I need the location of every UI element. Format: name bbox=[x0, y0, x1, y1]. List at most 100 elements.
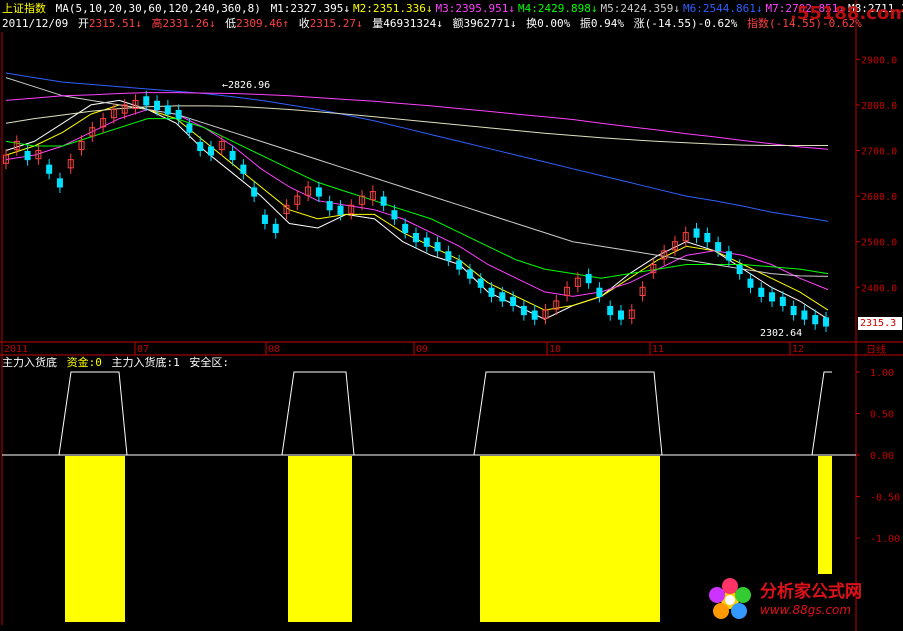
indicator-title: 主力入货底 bbox=[2, 356, 57, 369]
indicator-fund-label: 资金:0 bbox=[66, 356, 102, 369]
candle-body bbox=[823, 317, 829, 327]
index-name: 上证指数 bbox=[2, 2, 46, 15]
candle-body bbox=[812, 315, 819, 325]
turnover-value: 换0.00% bbox=[526, 17, 571, 30]
logo-url: www.88gs.com bbox=[760, 603, 852, 617]
time-tick-label: 2011 bbox=[4, 344, 28, 355]
open-value: 2315.51↓ bbox=[88, 17, 142, 30]
candle-body bbox=[456, 260, 463, 270]
candle-body bbox=[240, 164, 247, 174]
candle-body bbox=[261, 214, 268, 224]
logo-name: 分析家公式网 bbox=[760, 582, 862, 602]
price-tick-label: 2900.0 bbox=[861, 55, 897, 66]
indicator-tick-label: 0.50 bbox=[870, 410, 894, 421]
price-tick-label: 2700.0 bbox=[861, 147, 897, 158]
price-tick-label: 2500.0 bbox=[861, 238, 897, 249]
candle-body bbox=[154, 100, 161, 111]
candle-body bbox=[499, 292, 506, 302]
candle-body bbox=[607, 305, 614, 316]
indicator-safe-label: 安全区: bbox=[189, 356, 229, 369]
candle-body bbox=[747, 278, 754, 288]
signal-zone bbox=[818, 456, 832, 574]
ma-line-M4 bbox=[5, 118, 829, 279]
candle-body bbox=[596, 287, 603, 297]
time-tick-label: 09 bbox=[416, 344, 428, 355]
ma-line-M8 bbox=[5, 105, 828, 146]
candle-body bbox=[434, 242, 441, 252]
ma-params: MA(5,10,20,30,60,120,240,360,8) bbox=[55, 2, 261, 15]
candle-body bbox=[488, 287, 495, 297]
indicator-signal-line bbox=[2, 371, 832, 456]
candle-body bbox=[725, 251, 732, 261]
price-tick-label: 2800.0 bbox=[861, 101, 897, 112]
candle-body bbox=[186, 123, 193, 133]
volume-value: 量46931324↓ bbox=[372, 17, 443, 30]
ma-value-1: M1:2327.395↓ bbox=[270, 2, 351, 15]
main-chart-canvas[interactable]: 2900.0 2800.0 2700.0 2600.0 2500.0 2400.0 2011… bbox=[0, 0, 903, 631]
indicator-tick-label: -0.50 bbox=[870, 493, 900, 504]
time-tick-label: 12 bbox=[792, 344, 804, 355]
ma-line-M5 bbox=[5, 77, 829, 277]
high-annotation: ←2826.96 bbox=[222, 80, 270, 91]
candle-body bbox=[423, 237, 430, 247]
low-label: 低 bbox=[225, 17, 237, 30]
candle-body bbox=[315, 187, 322, 197]
candle-body bbox=[337, 205, 344, 215]
indicator-tick-label: 0.00 bbox=[870, 451, 894, 462]
candle-body bbox=[251, 187, 258, 197]
candle-body bbox=[402, 223, 409, 234]
ma-header-bar: 上证指数 MA(5,10,20,30,60,120,240,360,8) M1:… bbox=[2, 2, 903, 16]
ma-value-6: M6:2544.861↓ bbox=[682, 2, 763, 15]
period-label: 日线 bbox=[866, 343, 886, 356]
candle-body bbox=[520, 305, 527, 316]
candle-body bbox=[445, 251, 452, 261]
low-annotation: 2302.64 bbox=[760, 328, 802, 339]
ma-value-5: M5:2424.359↓ bbox=[600, 2, 680, 15]
site-watermark: .55188.com bbox=[790, 3, 903, 24]
candle-body bbox=[790, 305, 797, 316]
indicator-name-label: 主力入货底:1 bbox=[111, 356, 180, 369]
ma-line-M6 bbox=[5, 72, 829, 222]
date-value: 2011/12/09 bbox=[2, 17, 69, 30]
candle-body bbox=[56, 178, 63, 188]
high-label: 高 bbox=[151, 17, 163, 30]
ma-value-2: M2:2351.336↓ bbox=[353, 2, 433, 15]
candle-body bbox=[769, 292, 776, 302]
ma-value-4: M4:2429.898↓ bbox=[518, 2, 598, 15]
candle-body bbox=[466, 269, 473, 279]
candle-body bbox=[758, 287, 765, 297]
candle-body bbox=[143, 96, 150, 106]
candle-body bbox=[715, 242, 722, 252]
candle-body bbox=[531, 310, 538, 320]
indicator-tick-label: 1.00 bbox=[870, 368, 894, 379]
price-tick-label: 2400.0 bbox=[861, 283, 897, 294]
candle-body bbox=[208, 146, 214, 156]
close-value: 2315.27↓ bbox=[309, 17, 363, 30]
amount-value: 额3962771↓ bbox=[452, 17, 517, 30]
ma-line-M3 bbox=[5, 108, 829, 297]
ma-value-3: M3:2395.951↓ bbox=[435, 2, 516, 15]
candle-body bbox=[272, 223, 279, 234]
candle-body bbox=[380, 196, 387, 206]
candle-body bbox=[618, 310, 624, 320]
time-tick-label: 07 bbox=[137, 344, 149, 355]
candle-body bbox=[779, 296, 786, 307]
candle-body bbox=[229, 150, 236, 161]
candle-body bbox=[585, 274, 592, 284]
time-tick-label: 10 bbox=[549, 344, 561, 355]
signal-zone bbox=[65, 456, 125, 622]
open-label: 开 bbox=[77, 17, 89, 30]
amplitude-value: 振0.94% bbox=[579, 17, 625, 30]
time-tick-label: 11 bbox=[652, 344, 664, 355]
candle-body bbox=[46, 164, 53, 174]
indicator-header: 主力入货底 资金:0 主力入货底:1 安全区: bbox=[2, 356, 229, 370]
ma-line-M1 bbox=[5, 99, 829, 320]
candle-body bbox=[197, 141, 204, 152]
candle-body bbox=[801, 310, 808, 320]
candle-body bbox=[510, 296, 517, 307]
change-value: 涨(-14.55)-0.62% bbox=[633, 17, 738, 30]
candle-body bbox=[413, 233, 419, 243]
candle-body bbox=[175, 109, 182, 120]
candle-body bbox=[326, 201, 333, 211]
candle-body bbox=[704, 233, 711, 243]
